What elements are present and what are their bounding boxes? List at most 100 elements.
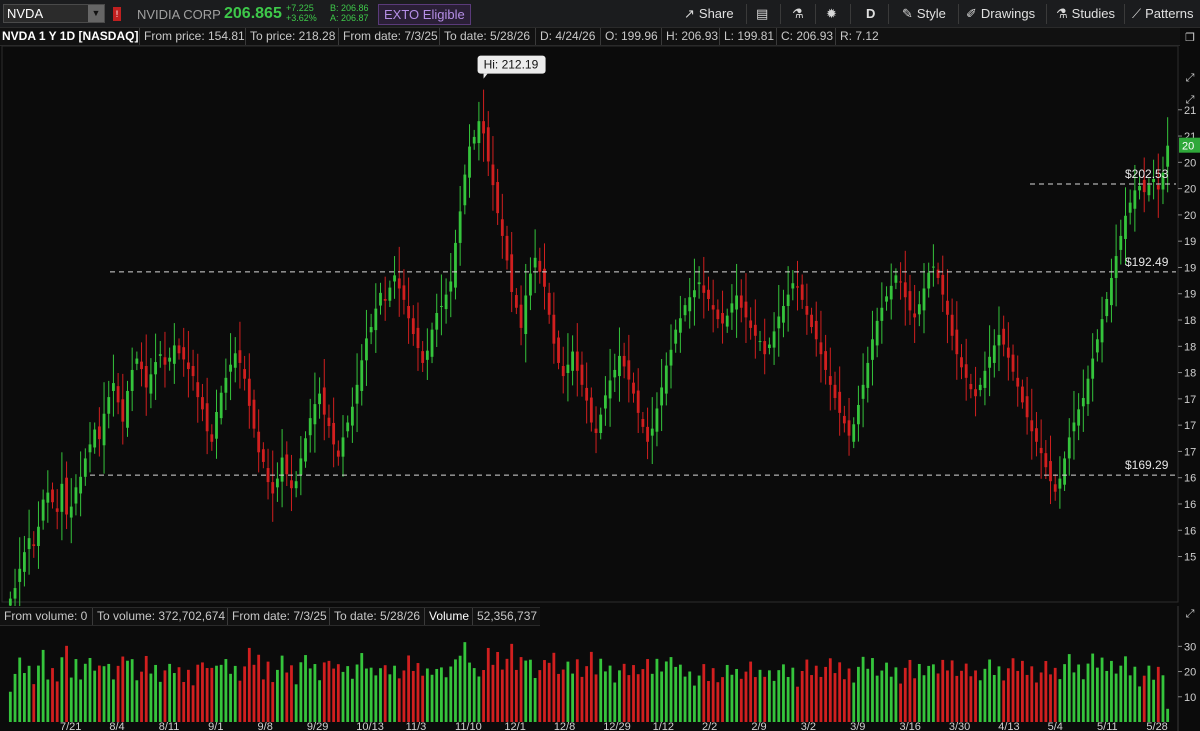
candle-body (936, 269, 940, 278)
candle-body (257, 431, 261, 453)
volume-bar (1119, 665, 1123, 722)
candle-body (140, 361, 143, 370)
volume-bar (1124, 656, 1127, 722)
volume-bar (992, 674, 996, 722)
candle-body (988, 356, 992, 368)
volume-bar (472, 668, 476, 722)
share-button[interactable]: ↗ Share (684, 5, 734, 23)
candle-body (791, 283, 795, 289)
candle-body (149, 374, 153, 394)
candle-body (304, 438, 307, 462)
settings-button[interactable]: ✹ (826, 5, 841, 23)
volume-bar (641, 669, 645, 722)
volume-bar (1049, 674, 1052, 722)
share-label: Share (698, 6, 734, 21)
copy-icon[interactable]: ❐ (1184, 32, 1196, 44)
volume-bar (1044, 661, 1048, 722)
candle-body (1114, 256, 1118, 278)
y-tick-label: 19 (1184, 262, 1196, 274)
volume-bar (589, 651, 593, 722)
volume-bar (276, 669, 279, 722)
y-tick-label: 18 (1184, 341, 1196, 353)
candle-body (875, 320, 879, 346)
symbol-input[interactable] (7, 6, 87, 21)
candle-body (758, 341, 762, 343)
volume-bar (735, 668, 738, 722)
volume-chart[interactable]: 10 20 30 7/21 8/4 8/11 9/1 9/8 9/29 10/13 11/3 11/1… (0, 606, 1200, 731)
volume-bar (1110, 660, 1113, 722)
volume-bar (767, 670, 771, 722)
volume-bar (786, 677, 790, 722)
candle-body (177, 345, 181, 354)
aggregation-button[interactable]: D (866, 5, 875, 23)
exto-badge[interactable]: EXTO Eligible (378, 4, 471, 25)
patterns-button[interactable]: ⟋ Patterns (1132, 5, 1194, 23)
style-button[interactable]: ✎ Style (902, 5, 946, 23)
volume-bar (266, 661, 270, 722)
candle-body (37, 526, 40, 547)
candle-body (557, 337, 560, 363)
volume-bar (730, 674, 734, 722)
volume-bar (547, 662, 551, 722)
candle-body (383, 298, 387, 301)
flask-button[interactable]: ⚗ (792, 5, 808, 23)
y-tick-label: 20 (1184, 184, 1196, 196)
candle-body (964, 364, 968, 378)
price-chart[interactable]: 212120202019191918181817171716161615$202… (0, 46, 1200, 606)
candle-body (243, 369, 247, 379)
candle-body (276, 478, 279, 488)
volume-bar (1025, 674, 1029, 722)
bar-high: H: 206.93 (661, 28, 718, 45)
candle-body (69, 506, 73, 518)
candle-body (547, 292, 551, 315)
x-tick-label: 5/4 (1048, 721, 1063, 731)
vol-tick-label: 10 (1184, 692, 1196, 704)
volume-bar (1039, 672, 1043, 722)
volume-bar (247, 647, 251, 722)
y-tick-label: 20 (1184, 157, 1196, 169)
studies-button[interactable]: ⚗ Studies (1056, 5, 1115, 23)
candle-body (486, 127, 490, 162)
candle-body (627, 360, 631, 380)
volume-bar (857, 666, 860, 722)
volume-bar (561, 669, 565, 722)
volume-bar (707, 680, 710, 722)
candle-body (913, 313, 917, 318)
candle-body (360, 360, 364, 391)
candle-body (397, 278, 401, 289)
candle-body (847, 420, 851, 436)
volume-bar (978, 680, 982, 722)
candle-body (18, 568, 22, 582)
volume-bar (369, 667, 373, 722)
volume-bar (140, 671, 143, 722)
drawings-button[interactable]: ✐ Drawings (966, 5, 1035, 23)
candle-body (796, 286, 799, 288)
candle-body (421, 351, 425, 363)
volume-bar (861, 656, 865, 722)
to-date: To date: 5/28/26 (439, 28, 530, 45)
candle-body (332, 422, 336, 445)
candle-body (55, 508, 59, 512)
volume-bar (416, 663, 420, 722)
candle-body (852, 424, 856, 442)
candle-body (669, 349, 673, 366)
volume-bar (355, 664, 359, 722)
candle-body (468, 146, 471, 178)
x-tick-label: 4/13 (998, 721, 1019, 731)
volume-bar (580, 676, 584, 722)
volume-bar (889, 676, 893, 722)
symbol-selector[interactable]: ▼ (3, 4, 105, 23)
candle-body (271, 482, 275, 494)
x-tick-label: 7/21 (60, 721, 81, 731)
volume-bar (510, 643, 514, 722)
candle-body (411, 318, 415, 335)
candle-body (969, 383, 973, 390)
book-button[interactable]: ▤ (756, 5, 772, 23)
candle-body (838, 391, 842, 413)
volume-bar (8, 691, 12, 722)
volume-bar (379, 668, 382, 722)
volume-bar (960, 670, 963, 722)
candle-body (1002, 328, 1006, 345)
chevron-down-icon[interactable]: ▼ (88, 5, 104, 22)
alert-flag-icon[interactable]: ! (113, 7, 121, 21)
